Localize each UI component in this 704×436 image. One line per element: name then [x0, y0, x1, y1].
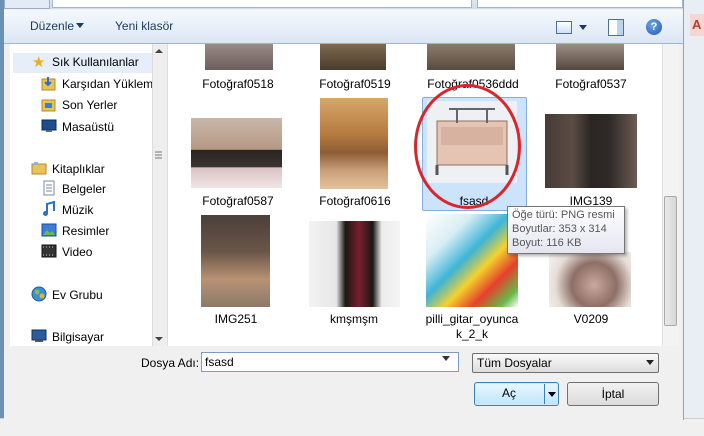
chevron-down-icon[interactable] [76, 23, 84, 28]
thumbnail-image[interactable] [427, 44, 515, 70]
file-name[interactable]: Fotoğraf0587 [178, 194, 298, 208]
highlight-circle-annotation [414, 84, 521, 209]
thumbnail-image[interactable] [549, 252, 631, 307]
preview-pane-icon[interactable] [608, 19, 624, 36]
file-name[interactable]: kmşmşm [294, 312, 414, 326]
file-name[interactable]: V0209 [531, 312, 651, 326]
tooltip-size: Boyut: 116 KB [512, 237, 582, 249]
file-name-line[interactable]: k_2_k [412, 327, 532, 341]
filename-dropdown-icon[interactable] [442, 356, 450, 361]
search-input[interactable] [477, 0, 683, 8]
nav-libraries[interactable]: Kitaplıklar [52, 162, 105, 176]
background-window-text: A [692, 17, 702, 32]
nav-homegroup[interactable]: Ev Grubu [52, 288, 103, 302]
filename-input[interactable]: fsasd [201, 352, 459, 372]
open-button-label[interactable]: Aç [474, 386, 544, 400]
help-icon[interactable]: ? [646, 19, 662, 35]
video-icon [41, 244, 57, 258]
nav-item-downloads[interactable]: Karşıdan Yüklem [62, 77, 153, 91]
file-name[interactable]: Fotoğraf0616 [295, 194, 415, 208]
scroll-down-icon[interactable] [152, 332, 166, 346]
nav-item-video[interactable]: Video [62, 245, 92, 259]
scrollbar-thumb[interactable] [664, 196, 677, 326]
file-name[interactable]: Fotoğraf0518 [178, 77, 298, 91]
file-name[interactable]: Fotoğraf0537 [531, 77, 651, 91]
file-info-tooltip: Öğe türü: PNG resmi Boyutlar: 353 x 314 … [507, 206, 625, 254]
file-name[interactable]: Fotoğraf0519 [295, 77, 415, 91]
nav-item-music[interactable]: Müzik [62, 203, 93, 217]
tooltip-type: Öğe türü: PNG resmi [512, 209, 615, 221]
thumbnail-image[interactable] [309, 221, 400, 307]
thumbnail-image[interactable] [205, 44, 273, 70]
new-folder-button[interactable]: Yeni klasör [115, 19, 173, 33]
pictures-icon [41, 223, 57, 237]
view-options-chevron-icon[interactable] [579, 25, 587, 30]
nav-item-documents[interactable]: Belgeler [62, 182, 106, 196]
libraries-icon [31, 162, 47, 175]
favorites-star-icon: ★ [32, 53, 46, 71]
file-name[interactable]: IMG251 [176, 312, 296, 326]
homegroup-icon [31, 286, 47, 302]
recent-places-icon [41, 99, 56, 112]
scroll-up-icon[interactable] [152, 44, 166, 58]
thumbnail-image[interactable] [320, 98, 388, 189]
file-type-select[interactable]: Tüm Dosyalar [472, 353, 659, 373]
nav-item-recent-places[interactable]: Son Yerler [62, 98, 117, 112]
desktop-icon [41, 119, 57, 132]
download-folder-icon [41, 77, 56, 91]
background-window [683, 0, 704, 435]
thumbnail-image[interactable] [426, 214, 518, 307]
file-name-line[interactable]: pilli_gitar_oyunca [412, 312, 532, 326]
nav-computer[interactable]: Bilgisayar [52, 330, 104, 344]
thumbnail-image[interactable] [556, 44, 624, 70]
split-button-divider [544, 384, 545, 404]
thumbnail-image[interactable] [191, 118, 282, 188]
chevron-down-icon[interactable] [646, 360, 654, 365]
cancel-button[interactable]: İptal [567, 382, 659, 406]
nav-item-desktop[interactable]: Masaüstü [62, 120, 114, 134]
back-forward-buttons[interactable] [4, 0, 50, 9]
nav-scrollbar[interactable] [152, 44, 167, 346]
scroll-grip-icon[interactable] [154, 150, 163, 160]
documents-icon [43, 180, 55, 196]
nav-item-pictures[interactable]: Resimler [62, 224, 109, 238]
background-window-bottom [0, 418, 704, 436]
address-bar[interactable] [52, 0, 472, 8]
computer-icon [31, 329, 47, 342]
filename-label: Dosya Adı: [141, 356, 200, 370]
change-view-icon[interactable] [556, 21, 572, 34]
music-icon [43, 201, 55, 216]
open-options-chevron-icon[interactable] [548, 392, 556, 397]
thumbnail-image[interactable] [320, 44, 386, 70]
thumbnail-image[interactable] [201, 215, 270, 307]
thumbnail-image[interactable] [545, 114, 637, 188]
nav-favorites[interactable]: Sık Kullanılanlar [52, 55, 139, 69]
tooltip-dimensions: Boyutlar: 353 x 314 [512, 223, 607, 235]
organize-button[interactable]: Düzenle [30, 19, 74, 33]
